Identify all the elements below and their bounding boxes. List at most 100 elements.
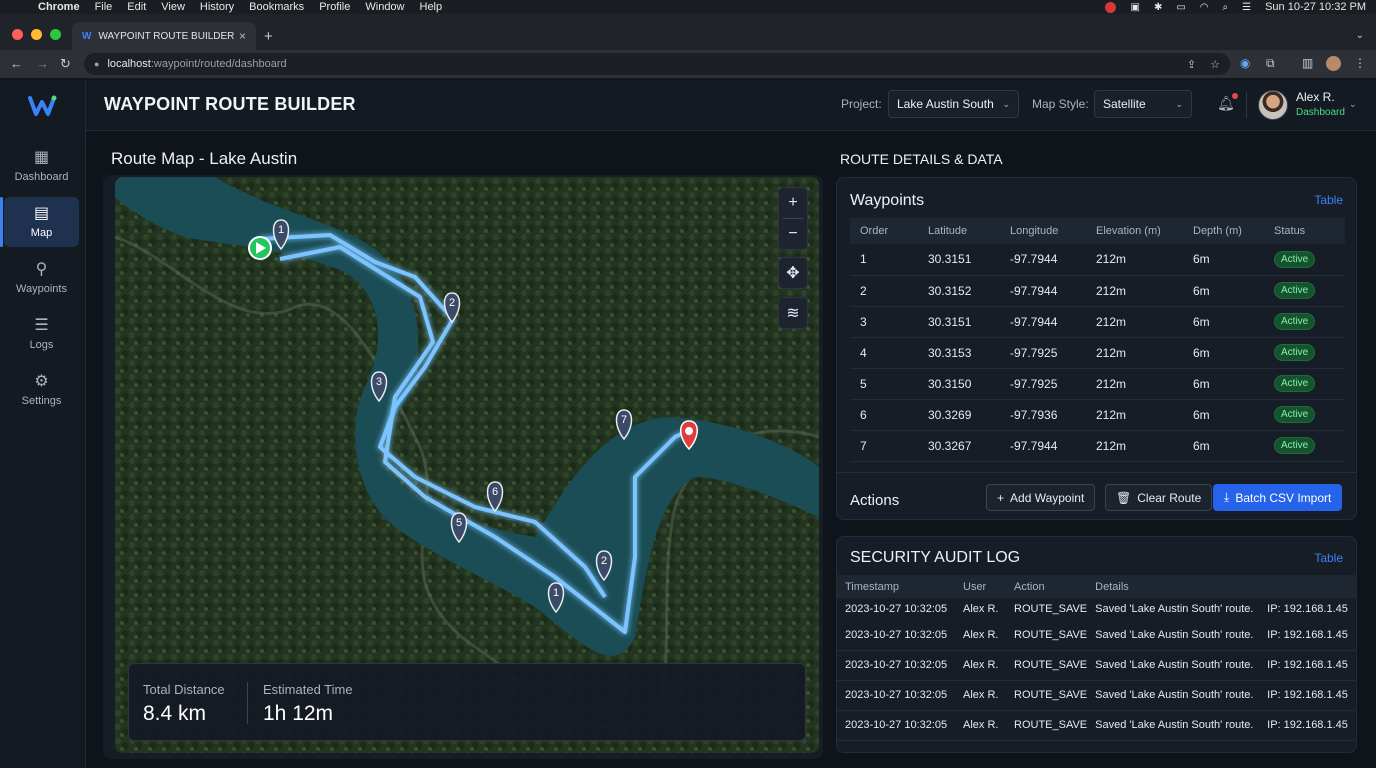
audit-table-link[interactable]: Table (1314, 551, 1343, 565)
close-window-button[interactable] (12, 29, 23, 40)
close-tab-icon[interactable]: × (239, 29, 246, 43)
menu-app-name[interactable]: Chrome (38, 1, 80, 13)
user-name[interactable]: Alex R. (1296, 90, 1335, 104)
menu-file[interactable]: File (95, 1, 113, 13)
menu-help[interactable]: Help (420, 1, 443, 13)
map-style-select[interactable]: Satellite ⌄ (1094, 90, 1192, 118)
table-row[interactable]: 1 30.3151 -97.7944 212m 6m Active (850, 244, 1345, 276)
sidebar-item-settings[interactable]: ⚙ Settings (4, 365, 79, 415)
batch-csv-import-button[interactable]: ⤓ Batch CSV Import (1213, 484, 1343, 511)
bookmark-star-icon[interactable]: ☆ (1210, 58, 1220, 71)
column-header[interactable]: Action (1006, 575, 1088, 598)
battery-icon[interactable]: ▭ (1176, 2, 1185, 13)
back-arrow-icon[interactable]: ← (10, 56, 23, 71)
site-info-icon[interactable]: ● (94, 59, 99, 69)
table-row[interactable]: 2023-10-27 10:32:05 Alex R. ROUTE_SAVE Save… (837, 598, 1356, 620)
table-cell: 212m (1086, 275, 1183, 307)
browser-tab[interactable]: W WAYPOINT ROUTE BUILDER × (72, 22, 256, 50)
extension-icon[interactable]: ◉ (1240, 56, 1250, 70)
sidebar-item-waypoints[interactable]: ⚲ Waypoints (4, 253, 79, 303)
app-status-icon[interactable]: ▣ (1130, 2, 1139, 13)
table-cell: -97.7944 (1000, 275, 1086, 307)
location-pin-icon: ⚲ (35, 260, 48, 278)
table-row[interactable]: 2023-10-27 10:32:05 Alex R. ROUTE_SAVE Save… (837, 710, 1356, 741)
column-header (1259, 575, 1356, 598)
column-header[interactable]: Details (1087, 575, 1260, 598)
address-bar[interactable]: ● localhost :waypoint/routed/dashboard ⇪… (84, 53, 1230, 75)
tab-search-chevron-icon[interactable]: ⌄ (1356, 30, 1364, 41)
add-waypoint-button[interactable]: + Add Waypoint (986, 484, 1096, 511)
zoom-in-button[interactable]: + (778, 188, 808, 218)
new-tab-icon[interactable]: + (264, 28, 273, 45)
extensions-puzzle-icon[interactable]: ⧉ (1266, 56, 1275, 71)
table-row[interactable]: 2023-10-27 10:32:05 Alex R. ROUTE_SAVE Save… (837, 620, 1356, 651)
map-icon: ▤ (33, 204, 50, 222)
menu-bookmarks[interactable]: Bookmarks (249, 1, 304, 13)
side-panel-icon[interactable]: ▥ (1302, 56, 1313, 70)
table-cell: 2 (850, 275, 918, 307)
sidebar-item-logs[interactable]: ☰ Logs (4, 309, 79, 359)
waypoint-marker-label: 1 (278, 224, 284, 236)
notifications-bell-icon[interactable]: 🔔︎ (1217, 93, 1238, 112)
user-avatar[interactable] (1258, 90, 1288, 120)
column-header[interactable]: Depth (m) (1183, 218, 1264, 244)
table-cell: 6m (1183, 368, 1264, 400)
total-distance-label: Total Distance (143, 682, 225, 697)
zoom-out-button[interactable]: − (778, 219, 808, 249)
menu-window[interactable]: Window (365, 1, 404, 13)
forward-arrow-icon[interactable]: → (36, 56, 49, 71)
record-status-icon[interactable] (1105, 1, 1117, 13)
menu-history[interactable]: History (200, 1, 234, 13)
table-row[interactable]: 2023-10-27 10:32:05 Alex R. ROUTE_SAVE Save… (837, 650, 1356, 681)
bluetooth-icon[interactable]: ✱ (1154, 2, 1162, 13)
table-cell: 212m (1086, 306, 1183, 338)
start-marker[interactable] (248, 236, 272, 260)
profile-avatar-icon[interactable] (1326, 56, 1341, 71)
reload-icon[interactable]: ↻ (60, 56, 71, 72)
table-row[interactable]: 2 30.3152 -97.7944 212m 6m Active (850, 275, 1345, 307)
column-header[interactable]: Timestamp (837, 575, 955, 598)
column-header[interactable]: Order (850, 218, 918, 244)
table-row[interactable]: 5 30.3150 -97.7925 212m 6m Active (850, 368, 1345, 400)
waypoints-table-link[interactable]: Table (1314, 193, 1343, 207)
layers-icon[interactable]: ≋ (778, 298, 808, 328)
table-cell: IP: 192.168.1.45 (1259, 650, 1356, 681)
wifi-icon[interactable]: ◠ (1200, 2, 1209, 13)
app-logo-icon[interactable] (28, 94, 58, 118)
column-header[interactable]: Longitude (1000, 218, 1086, 244)
menubar-clock[interactable]: Sun 10-27 10:32 PM (1265, 1, 1366, 13)
column-header[interactable]: Status (1264, 218, 1345, 244)
sidebar-item-dashboard[interactable]: ▦ Dashboard (4, 141, 79, 191)
browser-menu-icon[interactable]: ⋮ (1354, 56, 1366, 70)
table-cell: Active (1264, 306, 1345, 338)
audit-log-table: Timestamp User Action Details 2023-10-27… (837, 575, 1356, 741)
clear-route-button[interactable]: 🗑︎ Clear Route (1105, 484, 1213, 511)
header-divider (1246, 92, 1247, 118)
menu-profile[interactable]: Profile (319, 1, 350, 13)
table-cell: Active (1264, 368, 1345, 400)
spotlight-search-icon[interactable]: ⌕ (1223, 2, 1229, 13)
share-icon[interactable]: ⇪ (1187, 58, 1196, 71)
table-row[interactable]: 3 30.3151 -97.7944 212m 6m Active (850, 306, 1345, 338)
stats-divider (247, 682, 248, 724)
menu-edit[interactable]: Edit (127, 1, 146, 13)
control-center-icon[interactable]: ☰ (1242, 2, 1251, 13)
zoom-window-button[interactable] (50, 29, 61, 40)
menu-view[interactable]: View (161, 1, 185, 13)
status-badge: Active (1274, 344, 1316, 361)
sidebar-item-map[interactable]: ▤ Map (0, 197, 79, 247)
user-menu-chevron-icon[interactable]: ⌄ (1349, 99, 1357, 110)
table-row[interactable]: 4 30.3153 -97.7925 212m 6m Active (850, 337, 1345, 369)
minimize-window-button[interactable] (31, 29, 42, 40)
table-row[interactable]: 6 30.3269 -97.7936 212m 6m Active (850, 399, 1345, 431)
table-row[interactable]: 2023-10-27 10:32:05 Alex R. ROUTE_SAVE Save… (837, 680, 1356, 711)
waypoint-marker-label: 5 (456, 517, 462, 529)
route-map[interactable]: 1 2 3 7 6 5 2 1 + − ✥ ≋ Total Distance 8.4 km E… (115, 177, 819, 753)
project-select[interactable]: Lake Austin South ⌄ (888, 90, 1019, 118)
column-header[interactable]: Latitude (918, 218, 1000, 244)
column-header[interactable]: Elevation (m) (1086, 218, 1183, 244)
move-arrows-icon[interactable]: ✥ (778, 258, 808, 288)
table-row[interactable]: 7 30.3267 -97.7944 212m 6m Active (850, 430, 1345, 462)
column-header[interactable]: User (955, 575, 1006, 598)
table-cell: 6m (1183, 244, 1264, 276)
